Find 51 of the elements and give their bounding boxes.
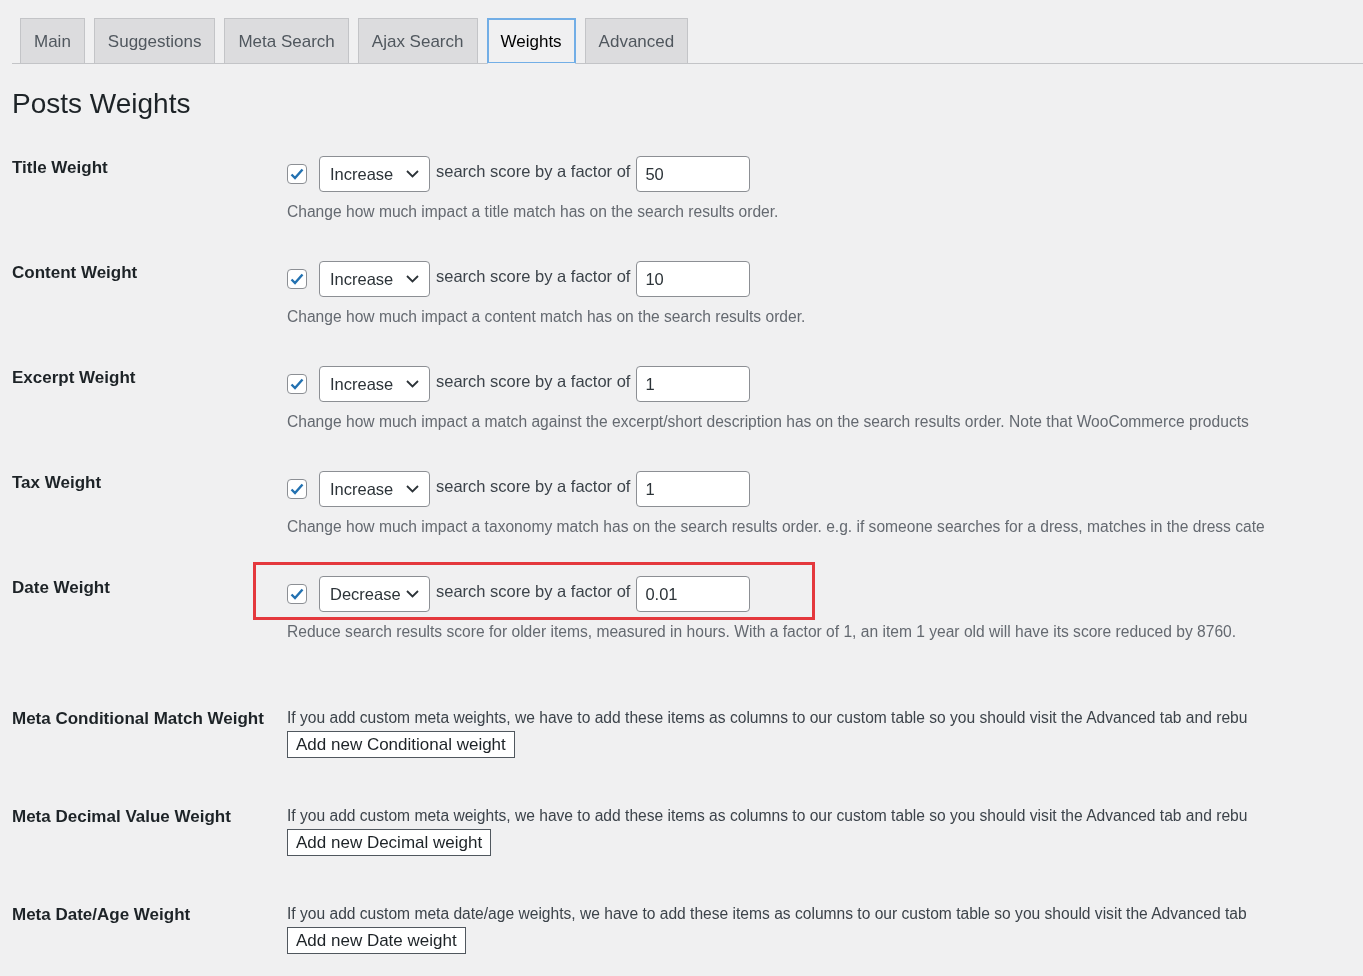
factor-input[interactable]: 1 (636, 366, 751, 402)
direction-select[interactable]: Increase (319, 261, 430, 297)
setting-label: Meta Conditional Match Weight (12, 708, 265, 730)
weight-checkbox[interactable] (287, 584, 307, 604)
add-weight-button[interactable]: Add new Decimal weight (287, 829, 492, 856)
setting-description: Change how much impact a match against the excerpt/short description has on the search results order. Note that WooCommerce products (287, 412, 1249, 432)
weight-checkbox[interactable] (287, 269, 307, 289)
chevron-down-icon (406, 485, 419, 493)
tab[interactable]: Ajax Search (357, 18, 478, 63)
chevron-down-icon (406, 170, 419, 178)
add-weight-button[interactable]: Add new Date weight (287, 927, 466, 954)
direction-select[interactable]: Increase (319, 156, 430, 192)
setting-description: Change how much impact a title match has on the search results order. (287, 202, 779, 222)
factor-label: search score by a factor of (436, 476, 631, 496)
direction-select[interactable]: Increase (319, 471, 430, 507)
weight-checkbox[interactable] (287, 164, 307, 184)
setting-description: Reduce search results score for older items, measured in hours. With a factor of 1, an item 1 year old will have its score reduced by 8760. (287, 622, 1237, 642)
tab[interactable]: Suggestions (93, 18, 216, 63)
tab[interactable]: Meta Search (224, 18, 349, 63)
factor-input[interactable]: 10 (636, 261, 751, 297)
weight-checkbox[interactable] (287, 374, 307, 394)
add-weight-button[interactable]: Add new Conditional weight (287, 731, 515, 758)
factor-label: search score by a factor of (436, 266, 631, 286)
setting-description: If you add custom meta weights, we have to add these items as columns to our custom table so you should visit the Advanced tab and rebu (287, 708, 1248, 728)
weight-checkbox[interactable] (287, 479, 307, 499)
chevron-down-icon (406, 275, 419, 283)
setting-label: Tax Weight (12, 472, 103, 494)
factor-input[interactable]: 1 (636, 471, 751, 507)
setting-description: Change how much impact a content match has on the search results order. (287, 307, 806, 327)
factor-input[interactable]: 0.01 (636, 576, 751, 612)
setting-label: Date Weight (12, 577, 111, 599)
factor-input[interactable]: 50 (636, 156, 751, 192)
setting-label: Meta Decimal Value Weight (12, 806, 232, 828)
setting-label: Content Weight (12, 262, 139, 284)
tab[interactable]: Main (20, 18, 85, 63)
chevron-down-icon (406, 590, 419, 598)
direction-select[interactable]: Decrease (319, 576, 430, 612)
tab[interactable]: Weights (486, 18, 576, 64)
setting-description: If you add custom meta weights, we have to add these items as columns to our custom table so you should visit the Advanced tab and rebu (287, 806, 1248, 826)
chevron-down-icon (406, 380, 419, 388)
factor-label: search score by a factor of (436, 371, 631, 391)
factor-label: search score by a factor of (436, 161, 631, 181)
setting-description: If you add custom meta date/age weights, we have to add these items as columns to our custom table so you should visit the Advanced tab (287, 904, 1247, 924)
setting-label: Excerpt Weight (12, 367, 137, 389)
setting-description: Change how much impact a taxonomy match has on the search results order. e.g. if someone searches for a dress, matches in the dress cate (287, 517, 1265, 537)
setting-label: Title Weight (12, 157, 109, 179)
factor-label: search score by a factor of (436, 581, 631, 601)
direction-select[interactable]: Increase (319, 366, 430, 402)
setting-label: Meta Date/Age Weight (12, 904, 192, 926)
tab[interactable]: Advanced (584, 18, 689, 63)
page-heading: Posts Weights (12, 88, 192, 120)
